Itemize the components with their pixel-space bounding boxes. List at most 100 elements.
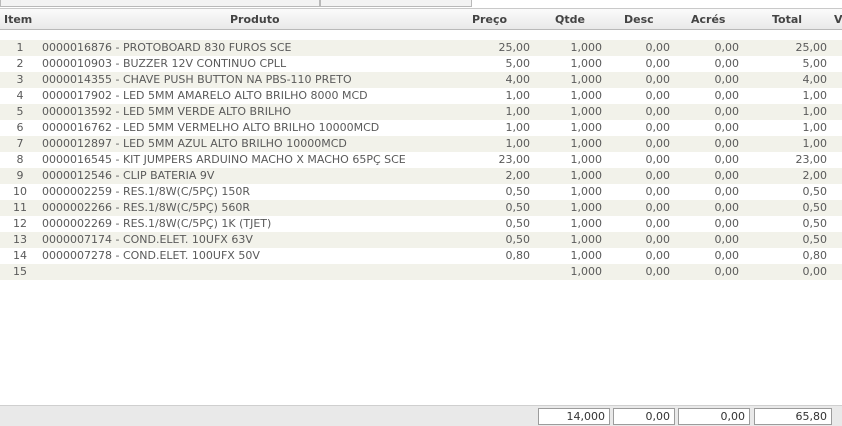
cell-acres: 0,00	[714, 169, 740, 182]
top-edge	[0, 0, 842, 8]
column-header-produto[interactable]: Produto	[230, 13, 280, 26]
column-header-qtde[interactable]: Qtde	[555, 13, 585, 26]
cell-qtde: 1,000	[570, 137, 603, 150]
cell-desc: 0,00	[645, 249, 671, 262]
cell-total: 1,00	[802, 137, 828, 150]
cell-qtde: 1,000	[570, 265, 603, 278]
cell-item: 12	[13, 217, 27, 230]
cell-qtde: 1,000	[570, 153, 603, 166]
cell-total: 0,50	[802, 185, 828, 198]
cell-preco: 0,80	[505, 249, 531, 262]
cell-preco: 5,00	[505, 57, 531, 70]
cell-produto: 0000002269 - RES.1/8W(C/5PÇ) 1K (TJET)	[42, 217, 272, 230]
cell-qtde: 1,000	[570, 89, 603, 102]
cell-produto: 0000014355 - CHAVE PUSH BUTTON NA PBS-11…	[42, 73, 352, 86]
cell-item: 3	[16, 73, 24, 86]
cell-item: 8	[16, 153, 24, 166]
cell-produto: 0000012546 - CLIP BATERIA 9V	[42, 169, 215, 182]
table-row[interactable]: 14 0000007278 - COND.ELET. 100UFX 50V 0,80…	[0, 248, 842, 264]
cell-total: 0,50	[802, 201, 828, 214]
column-header-item[interactable]: Item	[4, 13, 32, 26]
column-header-acres[interactable]: Acrés	[691, 13, 725, 26]
cell-desc: 0,00	[645, 89, 671, 102]
cell-desc: 0,00	[645, 217, 671, 230]
cell-qtde: 1,000	[570, 233, 603, 246]
cell-desc: 0,00	[645, 201, 671, 214]
column-header-desc[interactable]: Desc	[624, 13, 654, 26]
cell-desc: 0,00	[645, 233, 671, 246]
table-row[interactable]: 8 0000016545 - KIT JUMPERS ARDUINO MACHO …	[0, 152, 842, 168]
cell-item: 1	[16, 41, 24, 54]
cell-qtde: 1,000	[570, 105, 603, 118]
table-row[interactable]: 13 0000007174 - COND.ELET. 10UFX 63V 0,50 1…	[0, 232, 842, 248]
cell-total: 0,00	[802, 265, 828, 278]
cell-total: 4,00	[802, 73, 828, 86]
cell-total: 1,00	[802, 121, 828, 134]
cell-acres: 0,00	[714, 137, 740, 150]
cell-total: 23,00	[795, 153, 828, 166]
cell-desc: 0,00	[645, 185, 671, 198]
column-header-extra[interactable]: V	[834, 13, 842, 26]
table-row[interactable]: 7 0000012897 - LED 5MM AZUL ALTO BRILHO 1…	[0, 136, 842, 152]
cell-desc: 0,00	[645, 41, 671, 54]
cell-qtde: 1,000	[570, 249, 603, 262]
total-qtde: 14,000	[538, 408, 610, 425]
cell-preco: 25,00	[498, 41, 531, 54]
cell-desc: 0,00	[645, 265, 671, 278]
cell-item: 14	[13, 249, 27, 262]
cell-desc: 0,00	[645, 137, 671, 150]
cell-acres: 0,00	[714, 73, 740, 86]
cell-item: 6	[16, 121, 24, 134]
cell-item: 15	[13, 265, 27, 278]
table-row[interactable]: 6 0000016762 - LED 5MM VERMELHO ALTO BRIL…	[0, 120, 842, 136]
cell-preco: 0,50	[505, 233, 531, 246]
cell-total: 0,80	[802, 249, 828, 262]
cell-preco: 1,00	[505, 89, 531, 102]
cell-item: 4	[16, 89, 24, 102]
cell-desc: 0,00	[645, 153, 671, 166]
cell-total: 2,00	[802, 169, 828, 182]
table-row[interactable]: 1 0000016876 - PROTOBOARD 830 FUROS SCE 25…	[0, 40, 842, 56]
cell-item: 5	[16, 105, 24, 118]
table-row[interactable]: 3 0000014355 - CHAVE PUSH BUTTON NA PBS-1…	[0, 72, 842, 88]
column-header-preco[interactable]: Preço	[472, 13, 507, 26]
cell-acres: 0,00	[714, 89, 740, 102]
table-row[interactable]: 15 1,000 0,00 0,00 0,00	[0, 264, 842, 280]
cell-produto: 0000007278 - COND.ELET. 100UFX 50V	[42, 249, 260, 262]
cell-qtde: 1,000	[570, 201, 603, 214]
cell-produto: 0000016545 - KIT JUMPERS ARDUINO MACHO X…	[42, 153, 406, 166]
cell-acres: 0,00	[714, 105, 740, 118]
table-row[interactable]: 2 0000010903 - BUZZER 12V CONTINUO CPLL 5,…	[0, 56, 842, 72]
cell-qtde: 1,000	[570, 57, 603, 70]
totals-bar: 14,000 0,00 0,00 65,80	[0, 405, 842, 426]
table-row[interactable]: 5 0000013592 - LED 5MM VERDE ALTO BRILHO 1…	[0, 104, 842, 120]
table-row[interactable]: 11 0000002266 - RES.1/8W(C/5PÇ) 560R 0,50 1…	[0, 200, 842, 216]
cell-total: 0,50	[802, 233, 828, 246]
cell-acres: 0,00	[714, 57, 740, 70]
cell-desc: 0,00	[645, 169, 671, 182]
cell-item: 11	[13, 201, 27, 214]
table-row[interactable]: 4 0000017902 - LED 5MM AMARELO ALTO BRILH…	[0, 88, 842, 104]
cell-qtde: 1,000	[570, 217, 603, 230]
cell-total: 1,00	[802, 89, 828, 102]
table-row[interactable]: 9 0000012546 - CLIP BATERIA 9V 2,00 1,000 0,…	[0, 168, 842, 184]
cell-acres: 0,00	[714, 121, 740, 134]
table-row[interactable]: 12 0000002269 - RES.1/8W(C/5PÇ) 1K (TJET)…	[0, 216, 842, 232]
cell-produto: 0000007174 - COND.ELET. 10UFX 63V	[42, 233, 253, 246]
cell-acres: 0,00	[714, 217, 740, 230]
top-panel-left	[0, 0, 320, 7]
cell-preco: 1,00	[505, 121, 531, 134]
cell-produto: 0000012897 - LED 5MM AZUL ALTO BRILHO 10…	[42, 137, 347, 150]
cell-preco: 0,50	[505, 185, 531, 198]
column-header-total[interactable]: Total	[772, 13, 802, 26]
table-row[interactable]: 10 0000002259 - RES.1/8W(C/5PÇ) 150R 0,50 1…	[0, 184, 842, 200]
cell-acres: 0,00	[714, 41, 740, 54]
cell-item: 7	[16, 137, 24, 150]
cell-preco: 1,00	[505, 137, 531, 150]
cell-desc: 0,00	[645, 121, 671, 134]
cell-produto: 0000017902 - LED 5MM AMARELO ALTO BRILHO…	[42, 89, 368, 102]
total-valor: 65,80	[754, 408, 832, 425]
cell-preco: 2,00	[505, 169, 531, 182]
top-panel-right	[320, 0, 472, 7]
cell-acres: 0,00	[714, 153, 740, 166]
